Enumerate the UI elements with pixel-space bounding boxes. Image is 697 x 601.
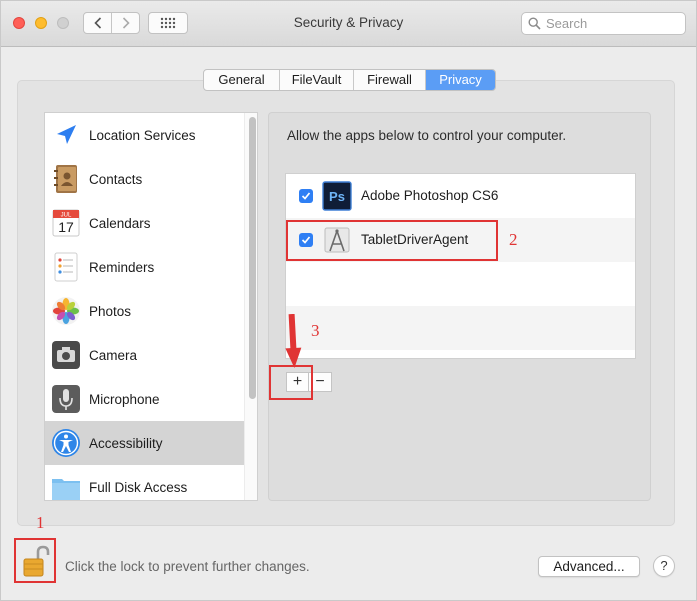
sidebar-item-accessibility[interactable]: Accessibility [45, 421, 244, 465]
annotation-arrow-icon [285, 314, 302, 368]
sidebar-item-label: Full Disk Access [89, 479, 188, 495]
sidebar-item-location-services[interactable]: Location Services [45, 113, 244, 157]
app-row-photoshop[interactable]: Ps Adobe Photoshop CS6 [286, 174, 635, 218]
sidebar-item-full-disk-access[interactable]: Full Disk Access [45, 465, 244, 500]
empty-row [286, 262, 635, 306]
forward-button[interactable] [111, 13, 139, 33]
accessibility-icon [52, 429, 80, 457]
close-window-button[interactable] [13, 17, 25, 29]
tab-filevault[interactable]: FileVault [279, 70, 353, 90]
microphone-icon [52, 385, 80, 413]
sidebar-item-photos[interactable]: Photos [45, 289, 244, 333]
preferences-window: Security & Privacy General FileVault Fir… [0, 0, 697, 601]
search-input[interactable] [546, 16, 676, 31]
annotation-number-3: 3 [311, 321, 320, 340]
tab-bar: General FileVault Firewall Privacy [203, 69, 496, 91]
sidebar-item-reminders[interactable]: Reminders [45, 245, 244, 289]
sidebar-item-contacts[interactable]: Contacts [45, 157, 244, 201]
sidebar-item-label: Accessibility [89, 435, 163, 451]
scrollbar-thumb[interactable] [249, 117, 256, 399]
photoshop-icon-text: Ps [329, 189, 345, 204]
sidebar-scrollbar[interactable] [244, 113, 257, 500]
pane-description: Allow the apps below to control your com… [287, 128, 567, 143]
sidebar-item-label: Camera [89, 347, 138, 363]
folder-icon [52, 479, 80, 500]
annotation-number-2: 2 [509, 230, 518, 249]
app-list: Ps Adobe Photoshop CS6 TabletDriverAgent [285, 173, 636, 359]
empty-row [286, 306, 635, 350]
zoom-window-button[interactable] [57, 17, 69, 29]
calendar-icon-month: JUL [61, 213, 72, 219]
reminders-list-icon [54, 252, 78, 282]
annotation-number-1: 1 [36, 513, 45, 532]
sidebar-item-label: Reminders [89, 259, 155, 275]
contacts-book-icon [54, 165, 77, 193]
sidebar-item-microphone[interactable]: Microphone [45, 377, 244, 421]
sidebar-item-label: Location Services [89, 127, 196, 143]
sidebar-item-label: Calendars [89, 215, 151, 231]
camera-icon [52, 341, 80, 369]
unlocked-padlock-icon[interactable] [21, 544, 51, 579]
annotation-box-app [286, 220, 498, 261]
lock-status-text: Click the lock to prevent further change… [65, 559, 310, 574]
privacy-category-list: Location Services Contacts JUL 17 Calend… [44, 112, 258, 501]
navigation-buttons [83, 12, 140, 34]
chevron-right-icon [122, 17, 130, 29]
back-button[interactable] [84, 13, 111, 33]
chevron-left-icon [93, 17, 101, 29]
minimize-window-button[interactable] [35, 17, 47, 29]
sidebar-item-label: Microphone [89, 391, 160, 407]
sidebar-item-calendars[interactable]: JUL 17 Calendars [45, 201, 244, 245]
show-all-button[interactable] [148, 12, 188, 34]
window-title: Security & Privacy [293, 15, 404, 30]
advanced-button[interactable]: Advanced... [538, 556, 640, 577]
search-icon [528, 17, 541, 30]
app-checkbox-photoshop[interactable] [299, 189, 313, 203]
help-button[interactable]: ? [653, 555, 675, 577]
calendar-icon-day: 17 [58, 219, 74, 235]
sidebar-item-label: Contacts [89, 171, 143, 187]
calendar-icon: JUL 17 [52, 209, 80, 237]
tab-firewall[interactable]: Firewall [353, 70, 425, 90]
location-arrow-icon [57, 125, 76, 144]
tab-privacy[interactable]: Privacy [425, 70, 495, 90]
grid-icon [160, 17, 176, 29]
sidebar-item-camera[interactable]: Camera [45, 333, 244, 377]
photoshop-icon: Ps [322, 181, 352, 211]
sidebar-item-label: Photos [89, 303, 132, 319]
search-field[interactable] [521, 12, 686, 35]
annotation-box-add [269, 365, 313, 400]
photos-flower-icon [52, 297, 80, 325]
tab-general[interactable]: General [204, 70, 279, 90]
title-bar: Security & Privacy [1, 1, 696, 47]
app-name: Adobe Photoshop CS6 [361, 188, 499, 203]
checkmark-icon [301, 192, 311, 200]
